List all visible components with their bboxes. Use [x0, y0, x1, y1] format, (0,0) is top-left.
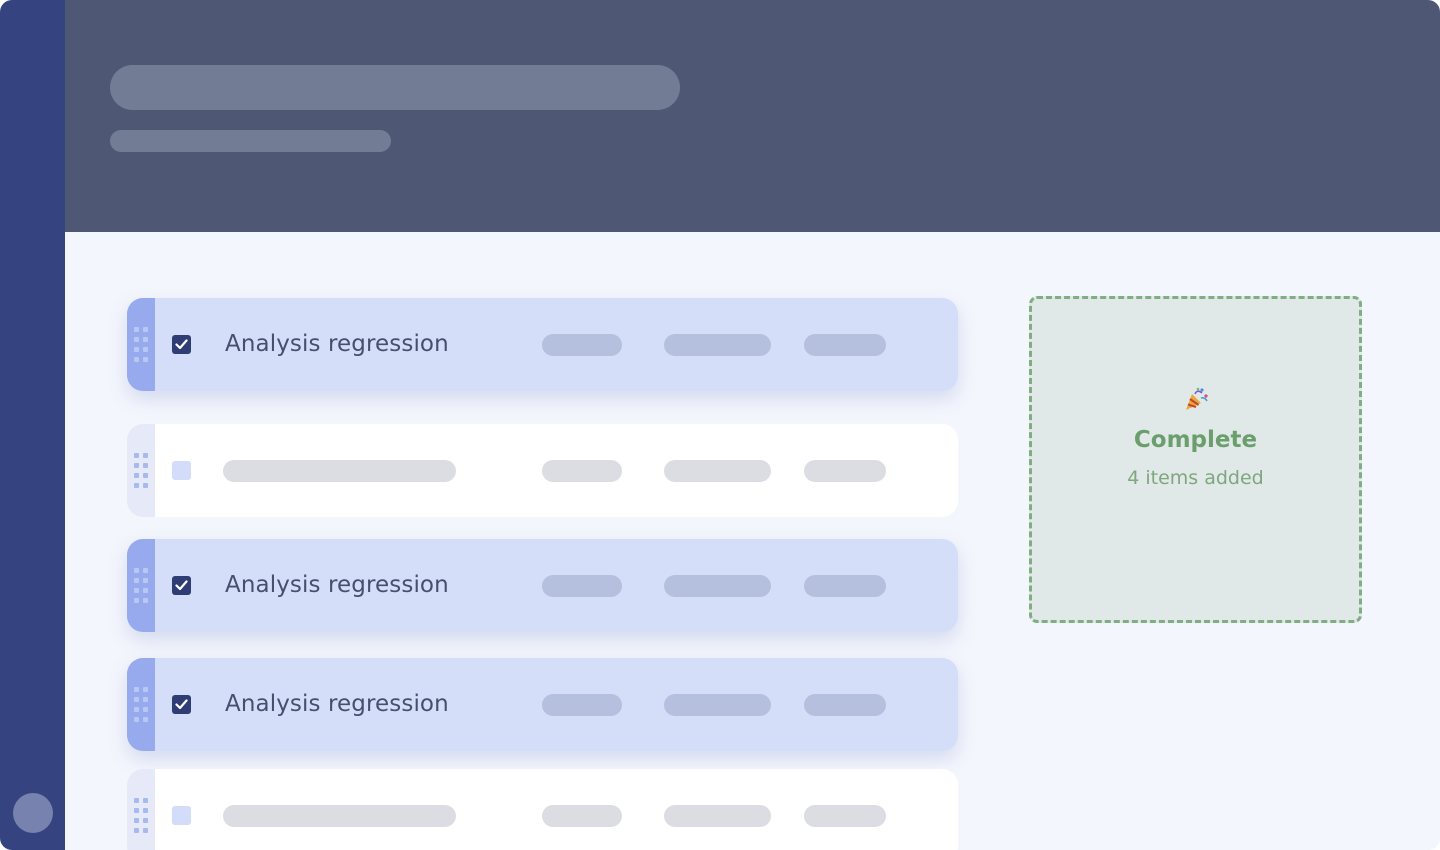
list-item[interactable]: Analysis regression	[127, 658, 958, 751]
app-window: Analysis regression Analysis regression	[0, 0, 1440, 850]
meta-placeholder	[804, 334, 886, 356]
drag-handle-icon[interactable]	[127, 658, 155, 751]
page-header	[65, 0, 1440, 232]
checkbox-checked[interactable]	[172, 576, 191, 595]
meta-placeholder	[804, 460, 886, 482]
drag-handle-icon[interactable]	[127, 539, 155, 632]
meta-placeholder	[542, 460, 622, 482]
item-label: Analysis regression	[225, 691, 449, 717]
drag-handle-icon[interactable]	[127, 769, 155, 850]
drop-zone-subtitle: 4 items added	[1127, 467, 1264, 489]
meta-placeholder	[542, 694, 622, 716]
checkbox-unchecked[interactable]	[172, 806, 191, 825]
checkmark-icon	[175, 699, 188, 710]
meta-placeholder	[664, 575, 771, 597]
drag-handle-icon[interactable]	[127, 424, 155, 517]
list-item[interactable]	[127, 769, 958, 850]
meta-placeholder	[542, 805, 622, 827]
party-popper-icon	[1032, 385, 1359, 420]
list-item[interactable]	[127, 424, 958, 517]
drag-handle-icon[interactable]	[127, 298, 155, 391]
meta-placeholder	[542, 575, 622, 597]
label-placeholder	[223, 805, 456, 827]
checkbox-checked[interactable]	[172, 335, 191, 354]
list-item[interactable]: Analysis regression	[127, 298, 958, 391]
subtitle-placeholder	[110, 130, 391, 152]
item-label: Analysis regression	[225, 331, 449, 357]
item-label: Analysis regression	[225, 572, 449, 598]
checkmark-icon	[175, 339, 188, 350]
meta-placeholder	[664, 694, 771, 716]
drop-zone[interactable]: Complete 4 items added	[1029, 296, 1362, 623]
meta-placeholder	[804, 575, 886, 597]
title-placeholder	[110, 65, 680, 110]
checkbox-checked[interactable]	[172, 695, 191, 714]
meta-placeholder	[804, 694, 886, 716]
list-item[interactable]: Analysis regression	[127, 539, 958, 632]
meta-placeholder	[664, 805, 771, 827]
meta-placeholder	[664, 460, 771, 482]
sidebar	[0, 0, 65, 850]
meta-placeholder	[664, 334, 771, 356]
avatar[interactable]	[13, 793, 53, 833]
label-placeholder	[223, 460, 456, 482]
meta-placeholder	[542, 334, 622, 356]
checkmark-icon	[175, 580, 188, 591]
drop-zone-title: Complete	[1133, 427, 1258, 453]
checkbox-unchecked[interactable]	[172, 461, 191, 480]
meta-placeholder	[804, 805, 886, 827]
